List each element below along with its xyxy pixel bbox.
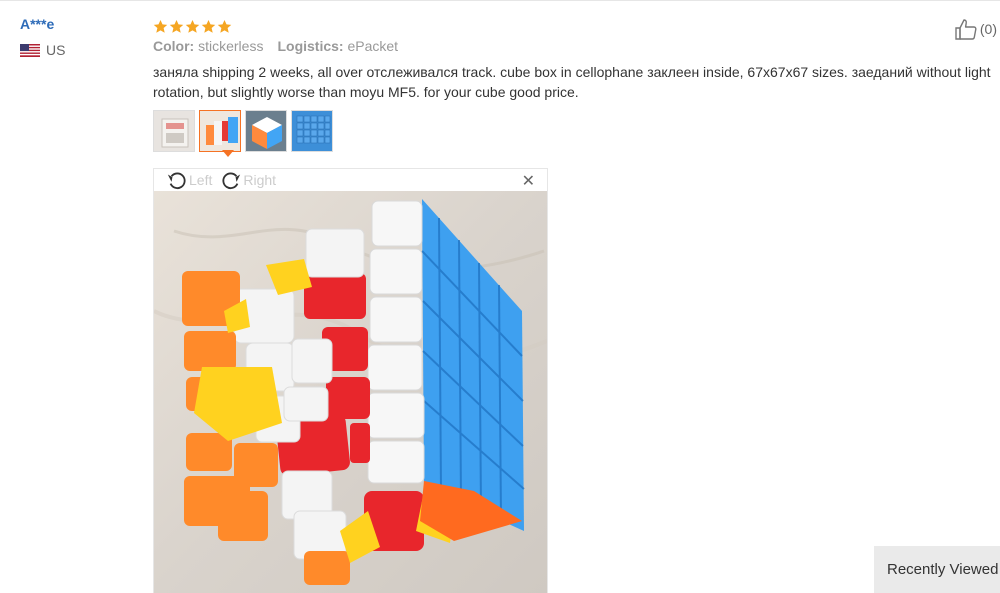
star-icon bbox=[169, 19, 184, 33]
thumbnail-cube-photo-selected[interactable] bbox=[199, 110, 241, 152]
thumbnail-cube-angle-photo[interactable] bbox=[245, 110, 287, 152]
thumbs-up-icon bbox=[955, 19, 977, 40]
review-content: Color: stickerless Logistics: ePacket за… bbox=[153, 16, 993, 157]
helpful-like-button[interactable]: (0) bbox=[954, 18, 997, 40]
photo-viewer: Left Right ✕ bbox=[153, 168, 548, 593]
review-photo-thumbnails bbox=[153, 110, 993, 157]
rotate-right-button[interactable]: Right bbox=[220, 169, 276, 191]
rotate-left-label: Left bbox=[189, 172, 213, 188]
rotate-right-label: Right bbox=[243, 172, 277, 188]
rotate-left-button[interactable]: Left bbox=[166, 169, 212, 191]
close-viewer-button[interactable]: ✕ bbox=[522, 171, 535, 191]
reviewer-name[interactable]: A***e bbox=[20, 16, 140, 32]
rotate-right-icon bbox=[222, 172, 241, 190]
star-icon bbox=[185, 19, 200, 33]
color-attribute: Color: stickerless bbox=[153, 38, 263, 54]
review-text: заняла shipping 2 weeks, all over отслеж… bbox=[153, 64, 991, 100]
top-divider bbox=[0, 0, 1000, 3]
logistics-label: Logistics: bbox=[277, 38, 344, 54]
star-icon bbox=[217, 19, 232, 33]
star-icon bbox=[153, 19, 168, 33]
product-attributes: Color: stickerless Logistics: ePacket bbox=[153, 38, 993, 54]
color-label: Color: bbox=[153, 38, 195, 54]
recently-viewed-tab[interactable]: Recently Viewed bbox=[874, 546, 1000, 593]
photo-viewer-toolbar: Left Right ✕ bbox=[154, 169, 547, 191]
review-photo-large bbox=[154, 191, 547, 593]
star-rating bbox=[153, 16, 993, 36]
color-value: stickerless bbox=[198, 38, 264, 54]
star-icon bbox=[201, 19, 216, 33]
reviewer-info: A***e US bbox=[20, 16, 140, 58]
logistics-attribute: Logistics: ePacket bbox=[277, 38, 398, 54]
logistics-value: ePacket bbox=[347, 38, 399, 54]
thumbnail-cube-face-photo[interactable] bbox=[291, 110, 333, 152]
us-flag-icon bbox=[20, 43, 40, 57]
country-code: US bbox=[46, 42, 66, 58]
reviewer-country: US bbox=[20, 42, 140, 58]
selected-thumbnail-caret bbox=[222, 150, 234, 157]
like-count: (0) bbox=[979, 21, 997, 37]
rotate-left-icon bbox=[167, 172, 186, 190]
thumbnail-box-photo[interactable] bbox=[153, 110, 195, 152]
